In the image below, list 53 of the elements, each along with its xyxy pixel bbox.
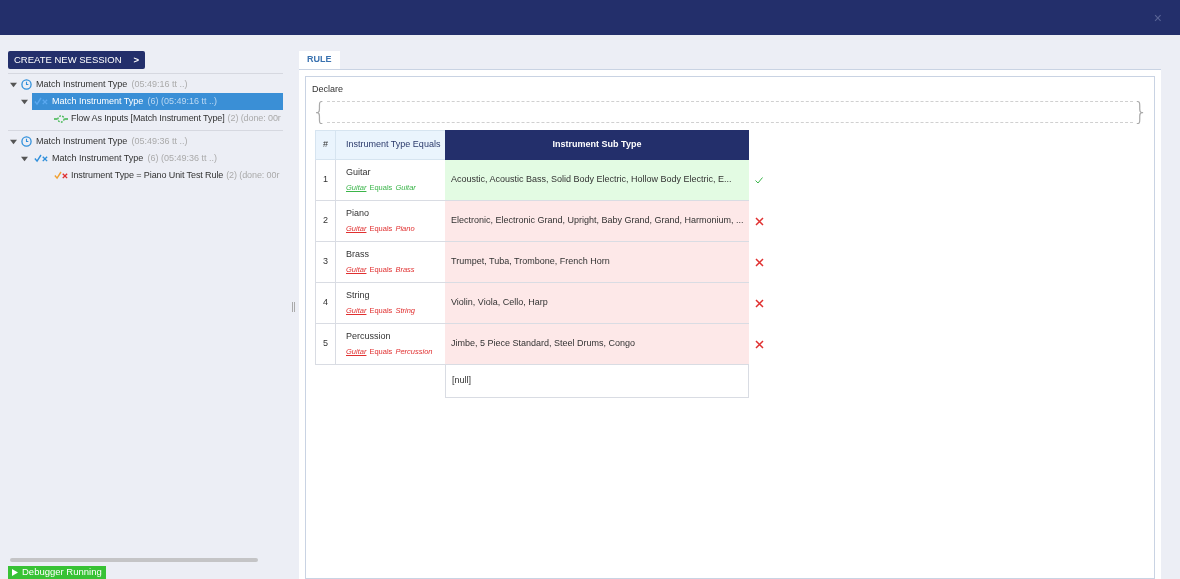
instrument-type: String bbox=[346, 288, 371, 302]
tree-item-meta: (2) (done: 00r bbox=[227, 111, 281, 125]
row-number: 2 bbox=[315, 200, 335, 242]
declare-label: Declare bbox=[312, 83, 344, 96]
check-cross-icon bbox=[54, 171, 68, 180]
caret-icon[interactable] bbox=[21, 98, 28, 105]
open-brace: { bbox=[312, 99, 328, 124]
cross-icon bbox=[754, 298, 764, 308]
tree-item[interactable]: Match Instrument Type (6) (05:49:16 tt ..) bbox=[32, 93, 283, 110]
declare-field[interactable] bbox=[327, 100, 1133, 123]
tree-item-meta: (2) (done: 00r bbox=[226, 168, 280, 182]
tab[interactable]: RULE bbox=[299, 51, 340, 69]
flow-icon bbox=[54, 113, 68, 124]
tree-item-label[interactable]: Flow As Inputs [Match Instrument Type] bbox=[71, 111, 225, 126]
cross-icon bbox=[754, 339, 764, 349]
column-header: # bbox=[315, 129, 335, 160]
sub-type-cell: Acoustic, Acoustic Bass, Solid Body Electric, Hollow Body Electric, E... bbox=[445, 159, 749, 201]
close-brace: } bbox=[1132, 99, 1148, 124]
check-cross-icon bbox=[34, 97, 48, 106]
sub-type-cell: Trumpet, Tuba, Trombone, French Horn bbox=[445, 241, 749, 283]
sub-type-cell: Violin, Viola, Cello, Harp bbox=[445, 282, 749, 324]
instrument-type: Percussion bbox=[346, 329, 392, 343]
tree-item-label[interactable]: Instrument Type = Piano Unit Test Rule bbox=[71, 168, 224, 183]
column-header: Instrument Sub Type bbox=[445, 129, 749, 160]
splitter-handle[interactable] bbox=[291, 302, 295, 312]
tree-item-meta: (05:49:16 tt ..) bbox=[131, 77, 188, 91]
tree-item-label[interactable]: Match Instrument Type bbox=[36, 77, 128, 92]
tree-item-meta: (05:49:36 tt ..) bbox=[131, 134, 188, 148]
check-cross-icon bbox=[34, 154, 48, 163]
cross-icon bbox=[754, 216, 764, 226]
instrument-type: Brass bbox=[346, 247, 370, 261]
scrollbar[interactable] bbox=[10, 558, 258, 562]
instrument-type: Guitar bbox=[346, 165, 372, 179]
default-cell: [null] bbox=[445, 364, 749, 398]
create-session-button[interactable]: CREATE NEW SESSION > bbox=[8, 51, 146, 69]
clock-icon bbox=[21, 79, 32, 90]
clock-icon bbox=[21, 136, 32, 147]
instrument-type: Piano bbox=[346, 206, 371, 220]
play-icon bbox=[12, 569, 18, 576]
caret-icon[interactable] bbox=[10, 138, 17, 145]
row-number: 5 bbox=[315, 323, 335, 365]
sub-type-cell: Jimbe, 5 Piece Standard, Steel Drums, Congo bbox=[445, 323, 749, 365]
check-icon bbox=[755, 176, 763, 184]
caret-icon[interactable] bbox=[10, 81, 17, 88]
caret-icon[interactable] bbox=[21, 155, 28, 162]
tree-item[interactable]: Match Instrument Type (6) (05:49:36 tt ..) bbox=[32, 150, 283, 167]
row-number: 3 bbox=[315, 241, 335, 283]
tree-item-label[interactable]: Match Instrument Type bbox=[36, 134, 128, 149]
sub-type-cell: Electronic, Electronic Grand, Upright, Baby Grand, Grand, Harmonium, ... bbox=[445, 200, 749, 242]
column-header: Instrument Type Equals bbox=[335, 129, 445, 160]
row-number: 1 bbox=[315, 159, 335, 201]
row-number: 4 bbox=[315, 282, 335, 324]
cross-icon bbox=[754, 257, 764, 267]
